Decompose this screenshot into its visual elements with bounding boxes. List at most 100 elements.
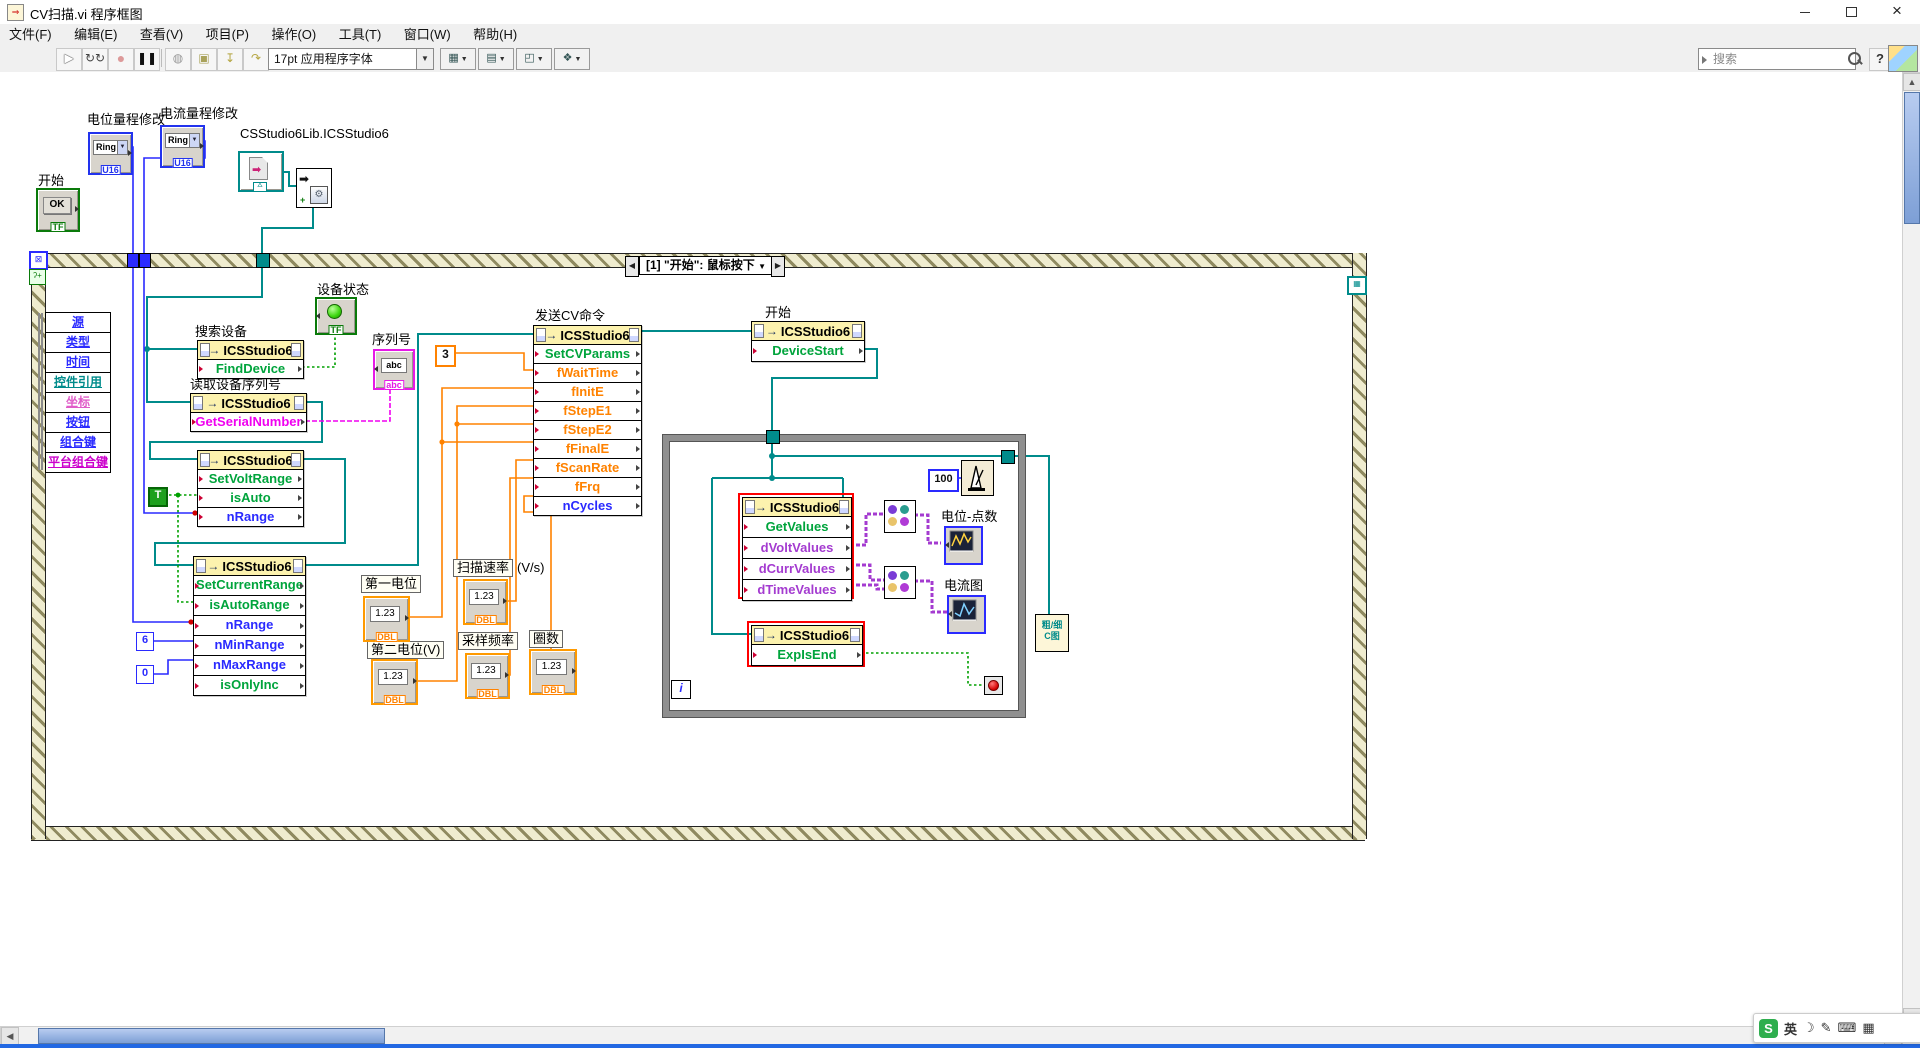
invoke-row-fWaitTime[interactable]: fWaitTime [534, 363, 641, 382]
invoke-node-getvalues[interactable]: → ICSStudio6 GetValues dVoltValues dCurr… [742, 497, 852, 601]
highlight-execution-button[interactable]: ◍ [165, 48, 191, 71]
invoke-row-SetCVParams[interactable]: SetCVParams [534, 344, 641, 363]
invoke-node-finddevice[interactable]: → ICSStudio6 FindDevice [197, 340, 304, 379]
case-selector-label[interactable]: [1] "开始": 鼠标按下 ▼ [639, 256, 773, 275]
invoke-row-SetCurrentRange[interactable]: SetCurrentRange [194, 575, 305, 595]
scroll-up-arrow[interactable]: ▲ [1903, 73, 1920, 91]
invoke-row-nMaxRange[interactable]: nMaxRange [194, 655, 305, 675]
constant-true[interactable]: T [148, 487, 168, 507]
title-bar[interactable]: ⇒ CV扫描.vi 程序框图 × [0, 0, 1920, 25]
ime-keyboard-icon[interactable]: ⌨ [1838, 1020, 1857, 1036]
ring-volt-terminal[interactable]: Ring ▼ U16 [88, 132, 133, 175]
chart-volt-terminal[interactable] [944, 526, 983, 565]
invoke-row-fStepE1[interactable]: fStepE1 [534, 401, 641, 420]
retain-wire-values-button[interactable]: ▣ [191, 48, 217, 71]
loop-tunnel-out[interactable] [1001, 450, 1015, 464]
class-constant-label[interactable]: CSStudio6Lib.ICSStudio6 [240, 126, 389, 141]
invoke-row-FindDevice[interactable]: FindDevice [198, 359, 303, 378]
constructor-node[interactable]: ➡ ⚙ + [296, 168, 332, 208]
first-potential-label[interactable]: 第一电位 [361, 575, 421, 593]
invoke-row-fStepE2[interactable]: fStepE2 [534, 420, 641, 439]
ime-punctuation-icon[interactable]: ☽ [1803, 1020, 1815, 1036]
device-status-label[interactable]: 设备状态 [317, 279, 369, 298]
device-start-label[interactable]: 开始 [765, 302, 791, 321]
set-cv-params-label[interactable]: 发送CV命令 [535, 305, 605, 324]
menu-file[interactable]: 文件(F) [0, 24, 61, 46]
vertical-scrollbar-thumb[interactable] [1904, 92, 1920, 224]
event-data-item-按钮[interactable]: 按钮 [45, 412, 111, 433]
invoke-row-dCurrValues[interactable]: dCurrValues [743, 558, 851, 579]
chart-volt-label[interactable]: 电位-点数 [941, 506, 997, 525]
event-data-item-类型[interactable]: 类型 [45, 332, 111, 353]
subvi-node[interactable]: 粗/细 C图 [1035, 614, 1069, 652]
convert-node-2[interactable] [884, 566, 916, 599]
event-data-item-源[interactable]: 源 [45, 312, 111, 333]
invoke-row-DeviceStart[interactable]: DeviceStart [752, 340, 864, 361]
constant-min-range[interactable]: 6 [136, 632, 154, 651]
ime-language-mode[interactable]: 英 [1784, 1019, 1797, 1038]
serial-number-indicator[interactable]: abc abc [373, 349, 415, 390]
serial-number-label[interactable]: 序列号 [372, 329, 411, 348]
menu-project[interactable]: 项目(P) [197, 24, 258, 46]
start-button-label[interactable]: 开始 [38, 170, 64, 189]
invoke-row-GetValues[interactable]: GetValues [743, 516, 851, 537]
invoke-node-expisend[interactable]: → ICSStudio6 ExpIsEnd [751, 625, 863, 666]
tunnel-blue-1[interactable] [127, 253, 139, 268]
menu-edit[interactable]: 编辑(E) [65, 24, 126, 46]
menu-view[interactable]: 查看(V) [131, 24, 192, 46]
search-input[interactable]: 搜索 [1698, 48, 1856, 70]
invoke-row-ExpIsEnd[interactable]: ExpIsEnd [752, 644, 862, 665]
align-objects-dropdown[interactable]: ▦▼ [440, 48, 476, 70]
invoke-row-nRange[interactable]: nRange [194, 615, 305, 635]
scan-rate-unit[interactable]: (V/s) [517, 560, 544, 575]
event-structure-border-right[interactable] [1352, 253, 1367, 839]
invoke-row-fFrq[interactable]: fFrq [534, 477, 641, 496]
loop-tunnel-in[interactable] [766, 430, 780, 444]
invoke-row-isAuto[interactable]: isAuto [198, 488, 303, 507]
invoke-row-dTimeValues[interactable]: dTimeValues [743, 579, 851, 600]
event-data-item-时间[interactable]: 时间 [45, 352, 111, 373]
invoke-row-fScanRate[interactable]: fScanRate [534, 458, 641, 477]
chart-curr-label[interactable]: 电流图 [944, 575, 983, 594]
constant-max-range[interactable]: 0 [136, 665, 154, 684]
maximize-button[interactable] [1828, 0, 1874, 24]
scan-rate-label[interactable]: 扫描速率 [453, 559, 513, 577]
first-potential-control[interactable]: 1.23 DBL [363, 596, 410, 642]
invoke-row-isAutoRange[interactable]: isAutoRange [194, 595, 305, 615]
invoke-row-nCycles[interactable]: nCycles [534, 496, 641, 515]
event-data-node[interactable]: 源类型时间控件引用坐标按钮组合键平台组合键 [45, 313, 111, 473]
class-constant[interactable]: ➡ ᗋ [238, 151, 284, 192]
invoke-row-fInitE[interactable]: fInitE [534, 382, 641, 401]
ime-logo[interactable]: S [1759, 1019, 1778, 1038]
constant-loop-delay[interactable]: 100 [928, 469, 959, 492]
resize-objects-dropdown[interactable]: ◰▼ [516, 48, 552, 70]
invoke-row-fFinalE[interactable]: fFinalE [534, 439, 641, 458]
invoke-row-isOnlyInc[interactable]: isOnlyInc [194, 675, 305, 695]
second-potential-control[interactable]: 1.23 DBL [371, 659, 418, 705]
chart-curr-terminal[interactable] [947, 595, 986, 634]
invoke-node-devicestart[interactable]: → ICSStudio6 DeviceStart [751, 321, 865, 362]
run-button[interactable]: ▶ [56, 48, 82, 71]
ring-curr-label[interactable]: 电流量程修改 [160, 103, 238, 122]
event-structure-border-bottom[interactable] [31, 826, 1365, 841]
start-button-terminal[interactable]: OK TF [36, 188, 80, 232]
invoke-node-setvoltrange[interactable]: → ICSStudio6 SetVoltRange isAuto nRange [197, 450, 304, 527]
tunnel-blue-2[interactable] [139, 253, 151, 268]
font-selector-dropdown-icon[interactable]: ▼ [416, 48, 434, 70]
event-data-item-坐标[interactable]: 坐标 [45, 392, 111, 413]
run-continuous-button[interactable]: ↻↻ [82, 48, 108, 71]
scroll-left-arrow[interactable]: ◀ [1, 1027, 19, 1045]
horizontal-scrollbar-thumb[interactable] [38, 1028, 385, 1044]
scan-rate-control[interactable]: 1.23 DBL [463, 579, 508, 625]
invoke-node-setcurrentrange[interactable]: → ICSStudio6 SetCurrentRange isAutoRange… [193, 556, 306, 696]
distribute-objects-dropdown[interactable]: ▤▼ [478, 48, 514, 70]
ring-curr-terminal[interactable]: Ring ▼ U16 [160, 125, 205, 168]
menu-operate[interactable]: 操作(O) [262, 24, 325, 46]
invoke-row-SetVoltRange[interactable]: SetVoltRange [198, 469, 303, 488]
case-previous-arrow[interactable]: ◀ [625, 256, 639, 277]
vi-icon-pane[interactable] [1888, 45, 1918, 72]
convert-node-1[interactable] [884, 500, 916, 533]
second-potential-label[interactable]: 第二电位(V) [367, 641, 444, 659]
event-data-item-组合键[interactable]: 组合键 [45, 432, 111, 453]
cycles-control[interactable]: 1.23 DBL [529, 649, 577, 695]
